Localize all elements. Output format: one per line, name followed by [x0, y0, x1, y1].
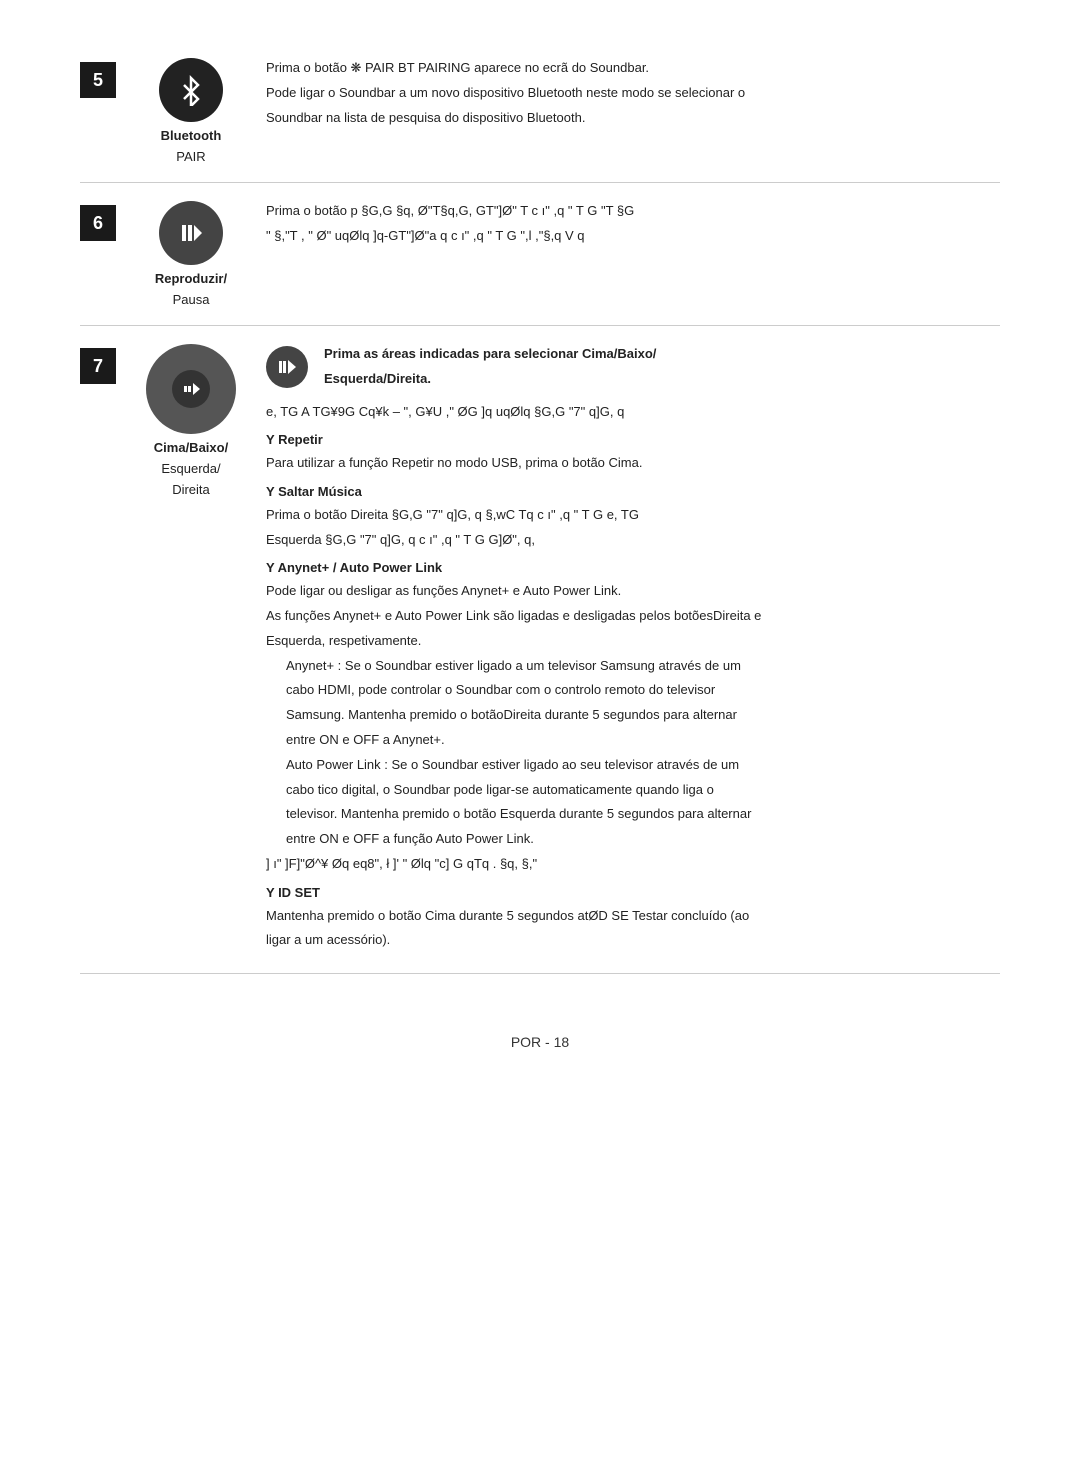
anynet-line-6: Samsung. Mantenha premido o botãoDireita…	[286, 705, 1000, 726]
subsection-y-prefix-4: Y	[266, 885, 278, 900]
anynet-line-1: Pode ligar ou desligar as funções Anynet…	[266, 581, 1000, 602]
idset-line-2: ligar a um acessório).	[266, 930, 1000, 951]
subsection-anynet-title: Y Anynet+ / Auto Power Link	[266, 558, 1000, 579]
section-7-heading: Prima as áreas indicadas para selecionar…	[324, 344, 656, 394]
subsection-y-prefix-2: Y	[266, 484, 278, 499]
section-6-icon-area: Reproduzir/ Pausa	[136, 201, 246, 307]
directional-center-icon	[172, 370, 210, 408]
section-5-content: Prima o botão ❋ PAIR BT PAIRING aparece …	[266, 58, 1000, 132]
section-5-line-3: Soundbar na lista de pesquisa do disposi…	[266, 108, 1000, 129]
section-number-5: 5	[80, 62, 116, 98]
subsection-saltar-line-2: Esquerda §G,G "7" q]G, q c ı" ,q " T G G…	[266, 530, 1000, 551]
small-play-icon	[266, 346, 308, 388]
section-7-intro: e, TG A TG¥9G Cq¥k – ", G¥U ," ØG ]q uqØ…	[266, 402, 1000, 423]
section-5-line-2: Pode ligar o Soundbar a um novo disposit…	[266, 83, 1000, 104]
anynet-line-5: cabo HDMI, pode controlar o Soundbar com…	[286, 680, 1000, 701]
anynet-line-4: Anynet+ : Se o Soundbar estiver ligado a…	[286, 656, 1000, 677]
anynet-line-8: Auto Power Link : Se o Soundbar estiver …	[286, 755, 1000, 776]
section-6-content: Prima o botão p §G,G §q, Ø"T§q,G, GT"]Ø"…	[266, 201, 1000, 251]
subsection-anynet: Y Anynet+ / Auto Power Link Pode ligar o…	[266, 558, 1000, 874]
anynet-line-9: cabo tico digital, o Soundbar pode ligar…	[286, 780, 1000, 801]
section-6-label: Reproduzir/	[155, 271, 227, 286]
subsection-saltar-line-1: Prima o botão Direita §G,G "7" q]G, q §,…	[266, 505, 1000, 526]
section-5-label: Bluetooth	[161, 128, 222, 143]
section-7-content: Prima as áreas indicadas para selecionar…	[266, 344, 1000, 955]
anynet-line-7: entre ON e OFF a Anynet+.	[286, 730, 1000, 751]
section-7-icon-area: Cima/Baixo/ Esquerda/ Direita	[136, 344, 246, 497]
section-6: 6 Reproduzir/ Pausa Prima o botão p §G,G…	[80, 183, 1000, 326]
subsection-y-prefix-3: Y	[266, 560, 278, 575]
section-7-desc-top: Prima as áreas indicadas para selecionar…	[266, 344, 1000, 394]
subsection-repetir-line-1: Para utilizar a função Repetir no modo U…	[266, 453, 1000, 474]
anynet-line-3: Esquerda, respetivamente.	[266, 631, 1000, 652]
directional-button-icon	[146, 344, 236, 434]
anynet-line-12: ] ı" ]F]"Ø^¥ Øq eq8", ł ]' " Ølq "c] G q…	[266, 854, 1000, 875]
subsection-saltar-title: Y Saltar Música	[266, 482, 1000, 503]
section-7-label: Cima/Baixo/	[154, 440, 228, 455]
anynet-line-11: entre ON e OFF a função Auto Power Link.	[286, 829, 1000, 850]
section-6-sub-label: Pausa	[173, 292, 210, 307]
section-5-sub-label: PAIR	[176, 149, 205, 164]
bluetooth-icon	[159, 58, 223, 122]
section-number-7: 7	[80, 348, 116, 384]
section-7: 7 Cima/Baixo/ Esquerda/ Direita	[80, 326, 1000, 974]
subsection-y-prefix: Y	[266, 432, 278, 447]
section-6-line-2: " §,"T , " Ø" uqØlq ]q-GT"]Ø"a q c ı" ,q…	[266, 226, 1000, 247]
section-5-line-1: Prima o botão ❋ PAIR BT PAIRING aparece …	[266, 58, 1000, 79]
subsection-saltar: Y Saltar Música Prima o botão Direita §G…	[266, 482, 1000, 550]
anynet-line-2: As funções Anynet+ e Auto Power Link são…	[266, 606, 1000, 627]
subsection-repetir-title: Y Repetir	[266, 430, 1000, 451]
page-content: 5 Bluetooth PAIR Prima o botão ❋ PAIR BT…	[80, 40, 1000, 1050]
subsection-idset: Y ID SET Mantenha premido o botão Cima d…	[266, 883, 1000, 951]
section-7-bold-1: Prima as áreas indicadas para selecionar…	[324, 344, 656, 365]
subsection-repetir: Y Repetir Para utilizar a função Repetir…	[266, 430, 1000, 474]
subsection-idset-title: Y ID SET	[266, 883, 1000, 904]
play-pause-icon	[159, 201, 223, 265]
anynet-line-10: televisor. Mantenha premido o botão Esqu…	[286, 804, 1000, 825]
section-5-icon-area: Bluetooth PAIR	[136, 58, 246, 164]
section-7-bold-2: Esquerda/Direita.	[324, 369, 656, 390]
section-6-line-1: Prima o botão p §G,G §q, Ø"T§q,G, GT"]Ø"…	[266, 201, 1000, 222]
section-7-sub-label2: Direita	[172, 482, 210, 497]
section-number-6: 6	[80, 205, 116, 241]
page-footer: POR - 18	[80, 1034, 1000, 1050]
footer-text: POR - 18	[511, 1034, 569, 1050]
idset-line-1: Mantenha premido o botão Cima durante 5 …	[266, 906, 1000, 927]
section-5: 5 Bluetooth PAIR Prima o botão ❋ PAIR BT…	[80, 40, 1000, 183]
section-7-sub-label: Esquerda/	[161, 461, 220, 476]
